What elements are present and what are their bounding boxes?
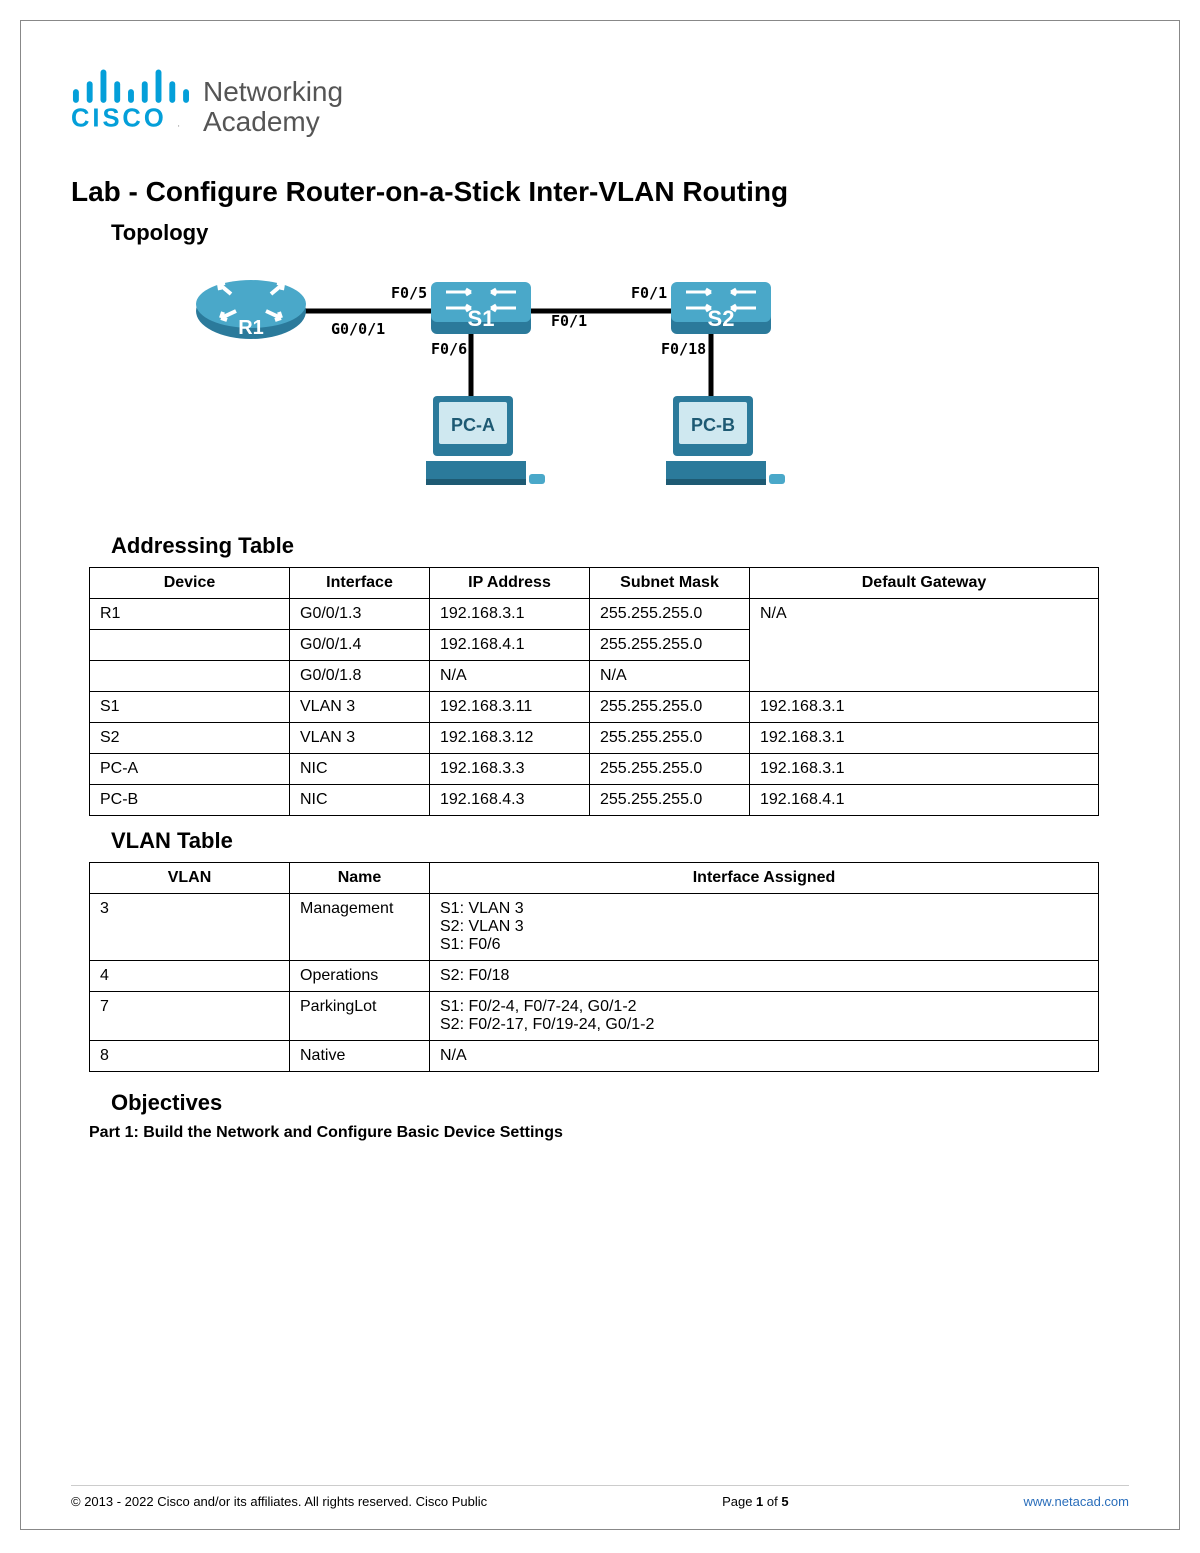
svg-text:F0/18: F0/18: [661, 340, 706, 358]
table-cell: 192.168.3.1: [750, 723, 1099, 754]
svg-text:F0/6: F0/6: [431, 340, 467, 358]
table-cell: 4: [90, 961, 290, 992]
footer-page: Page 1 of 5: [722, 1494, 789, 1509]
table-header: Name: [290, 863, 430, 894]
svg-text:.: .: [177, 118, 180, 129]
table-cell: 192.168.3.1: [750, 754, 1099, 785]
table-cell: S2: F0/18: [430, 961, 1099, 992]
svg-text:S1: S1: [468, 306, 495, 331]
table-cell: VLAN 3: [290, 692, 430, 723]
table-cell: 192.168.4.1: [430, 630, 590, 661]
table-cell: 192.168.4.3: [430, 785, 590, 816]
svg-text:F0/1: F0/1: [631, 284, 667, 302]
svg-text:CISCO: CISCO: [71, 104, 167, 131]
logo-line1: Networking: [203, 77, 343, 106]
table-header: Subnet Mask: [590, 568, 750, 599]
table-cell: 192.168.3.12: [430, 723, 590, 754]
table-cell: N/A: [590, 661, 750, 692]
table-cell: 255.255.255.0: [590, 692, 750, 723]
table-cell: N/A: [430, 1041, 1099, 1072]
table-cell: 7: [90, 992, 290, 1041]
topology-diagram: R1 S1: [171, 256, 831, 521]
svg-text:PC-A: PC-A: [451, 415, 495, 435]
table-cell: S2: [90, 723, 290, 754]
addressing-table: DeviceInterfaceIP AddressSubnet MaskDefa…: [89, 567, 1099, 816]
table-header: Interface: [290, 568, 430, 599]
table-header: VLAN: [90, 863, 290, 894]
table-cell: NIC: [290, 754, 430, 785]
table-cell: ParkingLot: [290, 992, 430, 1041]
objectives-part1: Part 1: Build the Network and Configure …: [89, 1124, 1129, 1142]
table-cell: G0/0/1.8: [290, 661, 430, 692]
router-icon: R1: [196, 280, 306, 339]
table-cell: N/A: [750, 599, 1099, 692]
table-cell: PC-A: [90, 754, 290, 785]
cisco-logo: CISCO . Networking Academy: [71, 61, 1129, 136]
table-cell: Operations: [290, 961, 430, 992]
table-cell: G0/0/1.4: [290, 630, 430, 661]
svg-text:PC-B: PC-B: [691, 415, 735, 435]
svg-text:S2: S2: [708, 306, 735, 331]
table-cell: N/A: [430, 661, 590, 692]
svg-text:G0/0/1: G0/0/1: [331, 320, 385, 338]
table-cell: Native: [290, 1041, 430, 1072]
logo-line2: Academy: [203, 107, 343, 136]
document-page: CISCO . Networking Academy Lab - Configu…: [20, 20, 1180, 1530]
table-cell: S1: F0/2-4, F0/7-24, G0/1-2S2: F0/2-17, …: [430, 992, 1099, 1041]
table-cell: [90, 630, 290, 661]
topology-heading: Topology: [111, 220, 1129, 246]
pc-b-icon: PC-B: [666, 396, 785, 485]
svg-text:F0/1: F0/1: [551, 312, 587, 330]
footer-url[interactable]: www.netacad.com: [1024, 1494, 1130, 1509]
table-cell: G0/0/1.3: [290, 599, 430, 630]
logo-text: Networking Academy: [203, 77, 343, 136]
table-cell: 255.255.255.0: [590, 630, 750, 661]
svg-text:R1: R1: [238, 317, 264, 339]
table-cell: Management: [290, 894, 430, 961]
page-title: Lab - Configure Router-on-a-Stick Inter-…: [71, 176, 1129, 208]
switch1-icon: S1: [431, 282, 531, 334]
table-cell: 192.168.3.1: [750, 692, 1099, 723]
switch2-icon: S2: [671, 282, 771, 334]
cisco-bars-icon: CISCO .: [71, 61, 189, 136]
table-cell: 192.168.3.3: [430, 754, 590, 785]
table-cell: 192.168.4.1: [750, 785, 1099, 816]
table-cell: 255.255.255.0: [590, 599, 750, 630]
table-cell: VLAN 3: [290, 723, 430, 754]
table-cell: 8: [90, 1041, 290, 1072]
table-cell: S1: VLAN 3S2: VLAN 3S1: F0/6: [430, 894, 1099, 961]
svg-text:F0/5: F0/5: [391, 284, 427, 302]
table-cell: PC-B: [90, 785, 290, 816]
table-cell: 255.255.255.0: [590, 754, 750, 785]
addressing-heading: Addressing Table: [111, 533, 1129, 559]
table-header: Default Gateway: [750, 568, 1099, 599]
pc-a-icon: PC-A: [426, 396, 545, 485]
vlan-heading: VLAN Table: [111, 828, 1129, 854]
table-cell: [90, 661, 290, 692]
table-header: Device: [90, 568, 290, 599]
table-cell: 3: [90, 894, 290, 961]
table-cell: R1: [90, 599, 290, 630]
table-cell: 192.168.3.11: [430, 692, 590, 723]
objectives-heading: Objectives: [111, 1090, 1129, 1116]
table-header: IP Address: [430, 568, 590, 599]
table-cell: 192.168.3.1: [430, 599, 590, 630]
vlan-table: VLANNameInterface Assigned 3ManagementS1…: [89, 862, 1099, 1072]
table-cell: 255.255.255.0: [590, 723, 750, 754]
footer-copyright: © 2013 - 2022 Cisco and/or its affiliate…: [71, 1494, 487, 1509]
table-cell: NIC: [290, 785, 430, 816]
table-cell: S1: [90, 692, 290, 723]
table-cell: 255.255.255.0: [590, 785, 750, 816]
page-footer: © 2013 - 2022 Cisco and/or its affiliate…: [71, 1485, 1129, 1509]
table-header: Interface Assigned: [430, 863, 1099, 894]
